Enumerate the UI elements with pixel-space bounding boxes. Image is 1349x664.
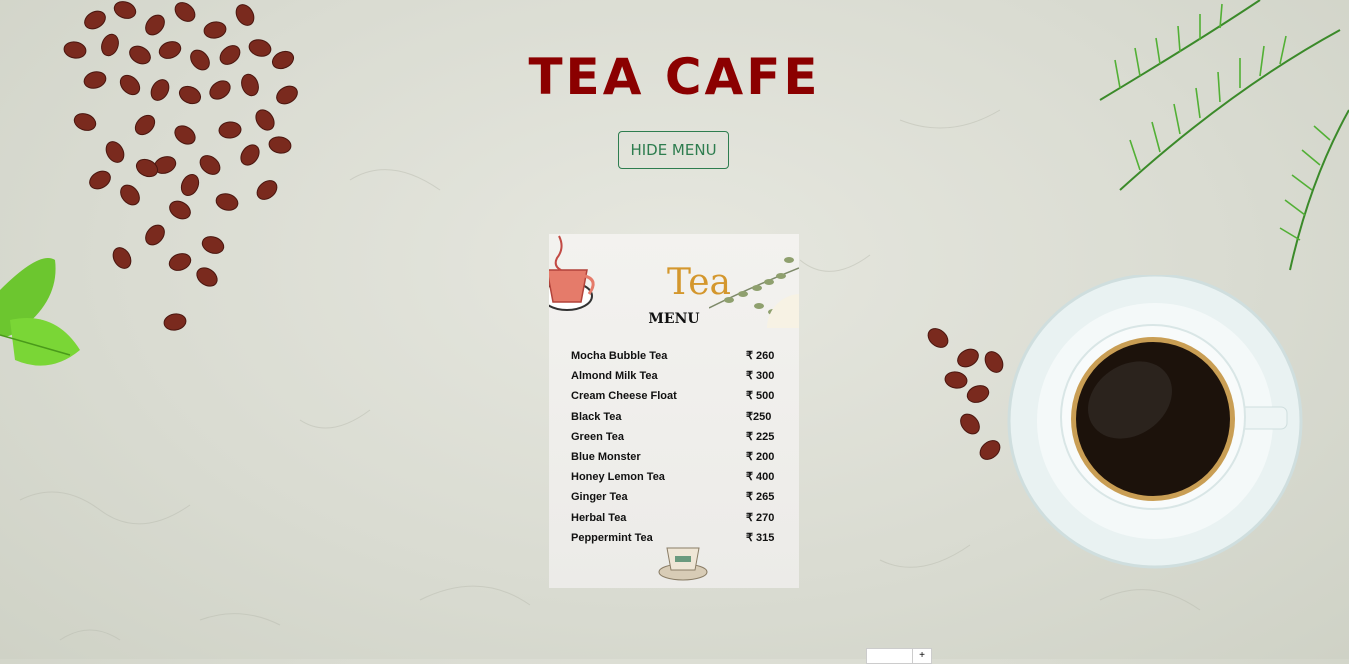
- menu-item: Mocha Bubble Tea ₹ 260: [571, 346, 776, 366]
- menu-item-price: ₹ 300: [746, 370, 775, 383]
- teacup-saucer-icon: [658, 547, 708, 581]
- menu-item-name: Honey Lemon Tea: [571, 471, 665, 484]
- menu-item: Blue Monster ₹ 200: [571, 447, 776, 467]
- leaf-illustration: [0, 258, 80, 366]
- increment-button[interactable]: +: [912, 649, 931, 663]
- menu-item: Honey Lemon Tea ₹ 400: [571, 467, 776, 487]
- coffee-cup-illustration: [1007, 275, 1303, 569]
- menu-item-price: ₹ 500: [746, 390, 775, 403]
- menu-card: Tea MENU Mocha Bubble Tea ₹ 260 Almond Mi…: [549, 234, 799, 588]
- menu-item: Herbal Tea ₹ 270: [571, 508, 776, 528]
- menu-item: Green Tea ₹ 225: [571, 427, 776, 447]
- menu-item: Black Tea ₹250: [571, 407, 776, 427]
- menu-item: Almond Milk Tea ₹ 300: [571, 366, 776, 386]
- menu-item-price: ₹250: [746, 410, 772, 423]
- menu-item-name: Blue Monster: [571, 450, 641, 463]
- menu-item-price: ₹ 270: [746, 511, 775, 524]
- menu-item-price: ₹ 315: [746, 531, 775, 544]
- menu-item: Ginger Tea ₹ 265: [571, 487, 776, 507]
- menu-item-name: Black Tea: [571, 410, 622, 423]
- menu-item-price: ₹ 260: [746, 350, 775, 362]
- menu-item-name: Ginger Tea: [571, 491, 628, 504]
- menu-item-name: Cream Cheese Float: [571, 390, 677, 403]
- menu-item-list: Mocha Bubble Tea ₹ 260 Almond Milk Tea ₹ 3…: [571, 346, 776, 548]
- fern-illustration: [1099, 0, 1349, 271]
- menu-item-price: ₹ 225: [746, 430, 775, 443]
- page-title: TEA CAFE: [528, 48, 821, 106]
- menu-item-name: Peppermint Tea: [571, 531, 653, 544]
- menu-card-title: Tea: [667, 262, 731, 303]
- menu-item-name: Herbal Tea: [571, 511, 627, 524]
- hide-menu-button[interactable]: HIDE MENU: [618, 131, 729, 169]
- menu-item-price: ₹ 400: [746, 471, 775, 484]
- menu-item: Cream Cheese Float ₹ 500: [571, 386, 776, 406]
- menu-item-price: ₹ 200: [746, 450, 775, 463]
- menu-item-name: Almond Milk Tea: [571, 370, 658, 383]
- menu-card-subtitle: MENU: [648, 311, 700, 327]
- quantity-stepper[interactable]: +: [866, 648, 932, 664]
- menu-item-price: ₹ 265: [746, 491, 775, 504]
- menu-item-name: Mocha Bubble Tea: [571, 350, 668, 362]
- menu-item-name: Green Tea: [571, 430, 624, 443]
